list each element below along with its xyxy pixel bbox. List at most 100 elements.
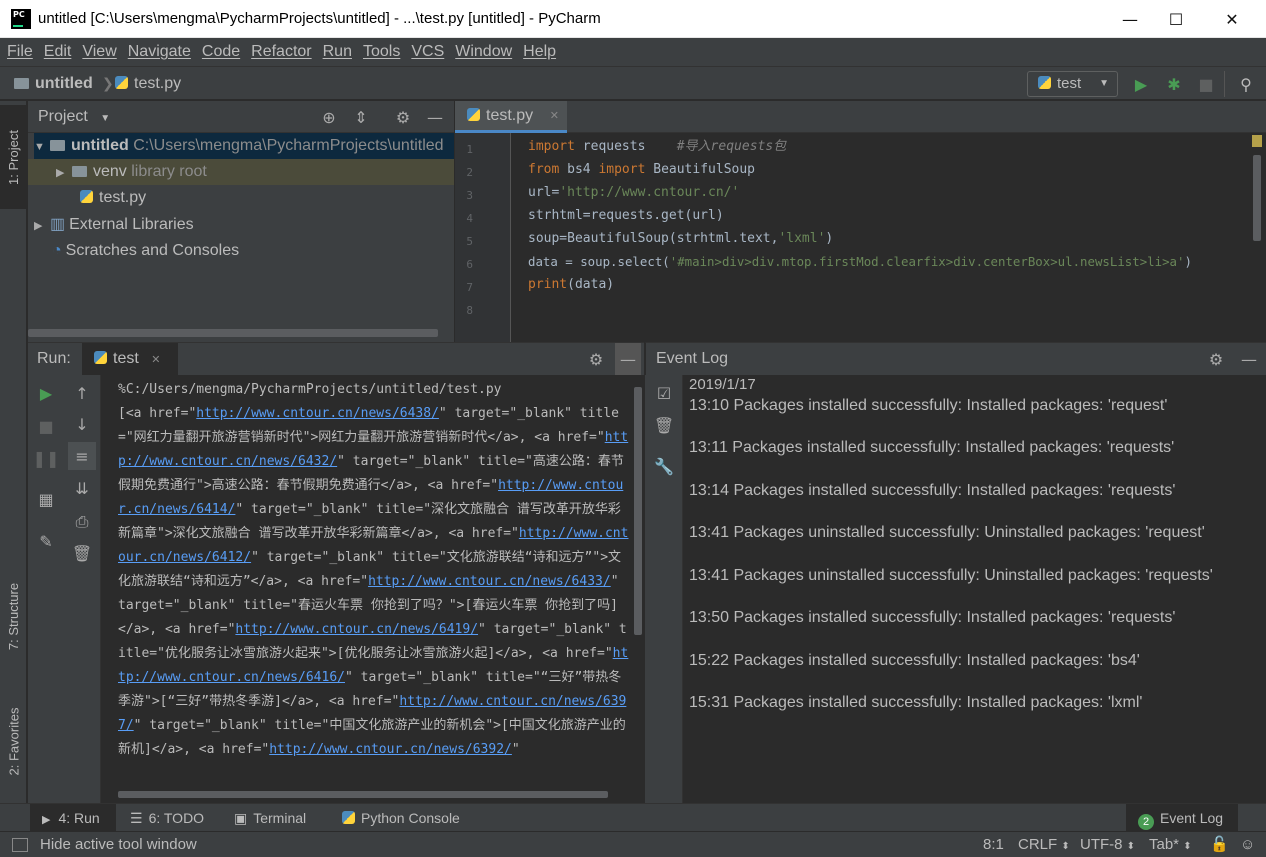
pause-icon[interactable]: ❚❚	[28, 444, 64, 472]
run-console[interactable]: %C:/Users/mengma/PycharmProjects/untitle…	[102, 375, 644, 803]
collapse-all-icon[interactable]: ⇕	[348, 101, 374, 134]
library-icon: ▥	[50, 216, 66, 233]
tool-tab-run[interactable]: ▶ 4: Run	[30, 804, 116, 832]
pycharm-logo-icon: PC	[11, 9, 31, 29]
close-tab-icon[interactable]: ✕	[151, 354, 160, 366]
tree-item-untitled[interactable]: ▼ untitled C:\Users\mengma\PycharmProject…	[34, 133, 454, 159]
project-view-selector[interactable]: Project ▼	[38, 101, 110, 135]
tool-tab-event-log[interactable]: 2 Event Log	[1126, 804, 1238, 832]
horizontal-scrollbar[interactable]	[28, 329, 438, 337]
tab-project[interactable]: 1: Project	[0, 105, 27, 209]
pin-icon[interactable]: ✎	[28, 527, 64, 555]
run-toolbar-secondary: ↑ ↓ ≡ ⇊ ⎙ 🗑	[64, 375, 101, 803]
menu-vcs[interactable]: VCS	[408, 43, 447, 61]
gear-icon[interactable]: ⚙	[583, 343, 609, 376]
menu-code[interactable]: Code	[199, 43, 243, 61]
console-output: %C:/Users/mengma/PycharmProjects/untitle…	[118, 378, 630, 762]
scroll-to-end-icon[interactable]: ⇊	[64, 474, 100, 502]
run-tab-test[interactable]: test ✕	[82, 343, 178, 376]
line-separator-selector[interactable]: CRLF ⬍	[1018, 832, 1070, 857]
print-icon[interactable]: ⎙	[64, 508, 100, 536]
menu-run[interactable]: Run	[320, 43, 355, 61]
menu-edit[interactable]: Edit	[41, 43, 75, 61]
tool-tab-terminal[interactable]: ▣ Terminal	[234, 804, 306, 832]
python-file-icon	[115, 76, 128, 89]
chevron-down-icon: ▼	[1099, 78, 1109, 89]
close-tab-icon[interactable]: ✕	[550, 101, 559, 131]
console-link[interactable]: http://www.cntour.cn/news/6438/	[196, 406, 439, 421]
code-token: (data)	[567, 277, 615, 292]
chevron-updown-icon: ⬍	[1126, 841, 1136, 852]
down-arrow-icon[interactable]: ↓	[64, 410, 100, 438]
tree-item-external-libraries[interactable]: ▶ ▥ External Libraries	[34, 212, 194, 238]
code-line: data = soup.select('#main>div>div.mtop.f…	[528, 250, 1192, 273]
editor-tab-test-py[interactable]: test.py ✕	[455, 101, 567, 133]
tab-favorites[interactable]: 2: Favorites	[0, 691, 27, 791]
menu-navigate[interactable]: Navigate	[125, 43, 194, 61]
menu-window[interactable]: Window	[452, 43, 515, 61]
console-link[interactable]: http://www.cntour.cn/news/6433/	[368, 574, 611, 589]
tool-window-toggle-icon[interactable]	[12, 838, 28, 852]
lock-icon[interactable]: 🔓	[1210, 832, 1229, 857]
inspector-icon[interactable]: ☺	[1240, 832, 1255, 857]
caret-position[interactable]: 8:1	[983, 832, 1004, 857]
trash-icon[interactable]: 🗑	[64, 539, 100, 567]
maximize-button[interactable]: ☐	[1153, 0, 1199, 38]
tab-structure[interactable]: 7: Structure	[0, 561, 27, 671]
encoding-selector[interactable]: UTF-8 ⬍	[1080, 832, 1135, 857]
menu-help[interactable]: Help	[520, 43, 559, 61]
hide-panel-icon[interactable]: —	[1236, 343, 1262, 376]
code-editor[interactable]: import requests #导入requests包 from bs4 im…	[512, 133, 1250, 342]
wrench-icon[interactable]: 🔧	[646, 452, 682, 480]
status-bar: Hide active tool window 8:1 CRLF ⬍ UTF-8…	[0, 831, 1266, 857]
menu-file[interactable]: File	[4, 43, 36, 61]
gear-icon[interactable]: ⚙	[390, 101, 416, 134]
run-configuration-dropdown[interactable]: test ▼	[1027, 71, 1118, 97]
tool-tab-python-console[interactable]: Python Console	[342, 804, 460, 832]
stop-icon[interactable]: ■	[1194, 72, 1218, 96]
tool-tab-label: Terminal	[253, 810, 307, 826]
event-log-body: 2019/1/17 13:10 Packages installed succe…	[683, 375, 1266, 803]
code-line: strhtml=requests.get(url)	[528, 204, 724, 227]
debug-icon[interactable]: ✱	[1162, 72, 1186, 96]
tree-item-test-py[interactable]: test.py	[80, 185, 146, 211]
tree-item-label: test.py	[99, 189, 147, 206]
code-token: BeautifulSoup	[645, 162, 755, 177]
rerun-icon[interactable]: ▶	[28, 379, 64, 407]
tool-tab-todo[interactable]: ☰ 6: TODO	[130, 804, 204, 832]
run-toolbar-primary: ▶ ■ ❚❚ ▦ ✎	[28, 375, 64, 803]
close-window-button[interactable]: ✕	[1209, 0, 1255, 38]
tree-item-scratches[interactable]: ◔ Scratches and Consoles	[52, 238, 239, 264]
up-arrow-icon[interactable]: ↑	[64, 379, 100, 407]
layout-icon[interactable]: ▦	[28, 485, 64, 513]
mark-read-icon[interactable]: ☑	[646, 379, 682, 407]
menu-refactor[interactable]: Refactor	[248, 43, 314, 61]
code-token: )	[1184, 254, 1192, 269]
stop-icon[interactable]: ■	[28, 412, 64, 440]
bottom-tool-window-bar: ▶ 4: Run ☰ 6: TODO ▣ Terminal Python Consol…	[0, 803, 1266, 832]
breadcrumb-project[interactable]: untitled	[14, 67, 93, 100]
indent-selector[interactable]: Tab* ⬍	[1149, 832, 1192, 857]
tree-item-venv[interactable]: ▶ venv library root	[28, 159, 454, 185]
run-icon[interactable]: ▶	[1129, 72, 1153, 96]
inspection-warning-icon[interactable]	[1252, 135, 1262, 147]
menu-view[interactable]: View	[79, 43, 119, 61]
console-horizontal-scrollbar[interactable]	[118, 791, 608, 798]
run-tab-label: test	[113, 350, 139, 367]
chevron-updown-icon: ⬍	[1183, 841, 1192, 852]
console-link[interactable]: http://www.cntour.cn/news/6419/	[235, 622, 478, 637]
menu-tools[interactable]: Tools	[360, 43, 403, 61]
search-icon[interactable]: ⚲	[1234, 72, 1258, 96]
soft-wrap-icon[interactable]: ≡	[68, 442, 96, 470]
trash-icon[interactable]: 🗑	[646, 411, 682, 439]
breadcrumb-file[interactable]: test.py	[115, 67, 181, 100]
locate-file-icon[interactable]: ⊕	[316, 101, 342, 134]
editor-scrollbar-thumb[interactable]	[1253, 155, 1261, 241]
hide-panel-icon[interactable]: —	[615, 343, 641, 376]
console-link[interactable]: http://www.cntour.cn/news/6392/	[269, 742, 512, 757]
gear-icon[interactable]: ⚙	[1203, 343, 1229, 376]
code-line: from bs4 import BeautifulSoup	[528, 158, 755, 181]
minimize-button[interactable]: —	[1107, 0, 1153, 38]
hide-panel-icon[interactable]: —	[422, 101, 448, 134]
console-vertical-scrollbar[interactable]	[634, 387, 642, 635]
